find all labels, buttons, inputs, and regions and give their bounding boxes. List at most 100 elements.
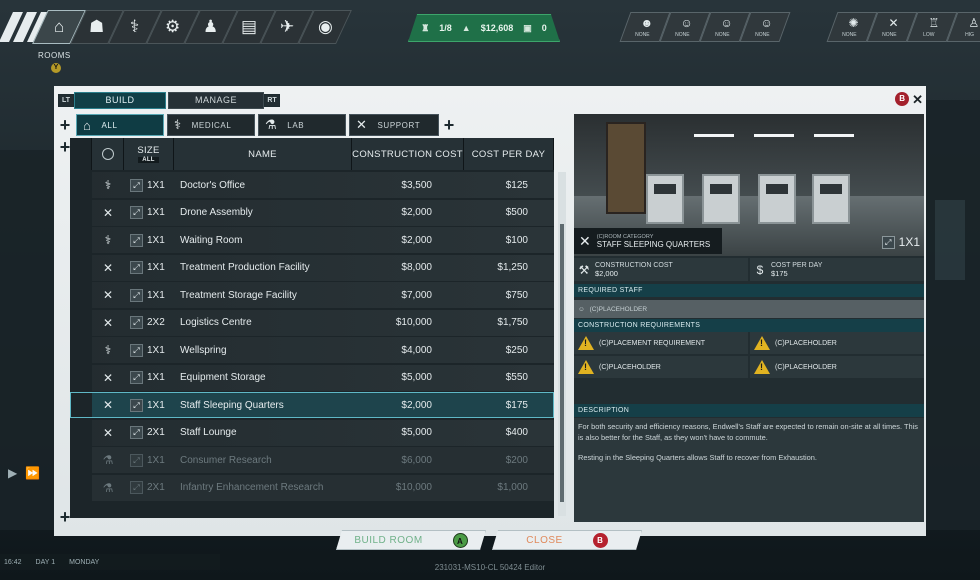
row-name: Doctor's Office — [180, 179, 246, 191]
tools-icon: ✕ — [102, 260, 114, 275]
flask-icon: ⚗ — [102, 480, 114, 495]
row-spacer — [70, 392, 92, 418]
warning-icon — [754, 336, 770, 350]
lt-key-hint: LT — [58, 94, 74, 107]
construction-cost-label: CONSTRUCTION COST — [595, 261, 673, 269]
tab-support[interactable]: ✕ SUPPORT — [349, 114, 439, 136]
table-row[interactable]: ⚕ ⤢ 1X1 Wellspring $4,000 $250 — [70, 337, 554, 363]
close-button[interactable]: CLOSE B — [492, 530, 642, 550]
preview-bed-pod — [702, 174, 740, 224]
wrench-icon: ✕ — [888, 15, 899, 30]
row-construction-cost: $5,000 — [401, 427, 432, 438]
header-size[interactable]: SIZE ALL — [124, 138, 174, 170]
row-spacer — [70, 254, 92, 281]
row-spacer — [70, 309, 92, 336]
close-icon: ✕ — [912, 91, 923, 107]
room-size-badge: ⤢ 1X1 — [881, 235, 920, 249]
build-room-button[interactable]: BUILD ROOM A — [336, 530, 486, 550]
description-paragraph: Resting in the Sleeping Quarters allows … — [578, 453, 817, 462]
requirement-text: (C)PLACEHOLDER — [775, 363, 837, 371]
table-scrollbar[interactable] — [558, 172, 566, 516]
tools-icon: ✕ — [102, 205, 114, 220]
money-value: $12,608 — [480, 23, 514, 33]
row-cost-per-day: $175 — [505, 399, 528, 411]
capacity-value: 1/8 — [439, 23, 452, 33]
row-construction-cost: $6,000 — [401, 454, 432, 466]
row-spacer — [70, 282, 92, 308]
row-cost-per-day: $550 — [505, 372, 528, 383]
virus-icon: ✺ — [848, 15, 859, 30]
tab-medical[interactable]: ⚕ MEDICAL — [167, 114, 255, 136]
table-row[interactable]: ⚗ ⤢ 1X1 Consumer Research $6,000 $200 — [70, 447, 554, 473]
row-construction-cost: $7,000 — [401, 289, 432, 301]
row-size-value: 1X1 — [147, 372, 165, 383]
table-row[interactable]: ✕ ⤢ 1X1 Treatment Production Facility $8,000… — [70, 254, 554, 281]
staff-status-label: NONE — [675, 31, 690, 38]
tools-icon: ✕ — [102, 315, 114, 330]
row-name: Waiting Room — [180, 234, 243, 246]
construction-cost-cell: ⚒ CONSTRUCTION COST $2,000 — [574, 258, 748, 281]
preview-door — [606, 122, 646, 214]
row-size: ⤢ 1X1 — [124, 343, 174, 357]
rooms-label: ROOMS — [38, 51, 71, 60]
row-spacer — [70, 227, 92, 253]
row-name: Wellspring — [180, 344, 227, 356]
table-row[interactable]: ✕ ⤢ 1X1 Drone Assembly $2,000 $500 — [70, 199, 554, 226]
table-row[interactable]: ⚕ ⤢ 1X1 Doctor's Office $3,500 $125 — [70, 172, 554, 198]
staff-status-label: NONE — [635, 31, 650, 38]
size-filter-badge[interactable]: ALL — [138, 157, 159, 163]
construction-requirements-header: CONSTRUCTION REQUIREMENTS — [574, 319, 924, 332]
expand-icon: ⤢ — [130, 261, 143, 274]
play-icon[interactable]: ▶ — [8, 466, 17, 480]
row-size-value: 1X1 — [147, 399, 165, 411]
row-size: ⤢ 2X2 — [124, 316, 174, 329]
table-row[interactable]: ✕ ⤢ 1X1 Equipment Storage $5,000 $550 — [70, 364, 554, 391]
warning-icon — [578, 360, 594, 374]
table-body: ⚕ ⤢ 1X1 Doctor's Office $3,500 $125 ✕ ⤢ 1X1 Drone… — [70, 172, 554, 502]
preview-light — [754, 134, 794, 137]
row-construction-cost: $2,000 — [401, 399, 432, 411]
row-construction-cost: $3,500 — [401, 179, 432, 191]
tab-label: SUPPORT — [377, 120, 421, 130]
row-construction-cost: $2,000 — [401, 207, 432, 218]
tab-all[interactable]: ⌂ ALL — [76, 114, 164, 136]
scrollbar-thumb[interactable] — [560, 224, 564, 502]
tab-build[interactable]: BUILD — [74, 92, 166, 109]
description-text: For both security and efficiency reasons… — [574, 418, 924, 522]
plus-icon: + — [443, 115, 455, 135]
table-row[interactable]: ✕ ⤢ 2X2 Logistics Centre $10,000 $1,750 — [70, 309, 554, 336]
row-cost-per-day: $100 — [505, 234, 528, 246]
row-construction-cost: $5,000 — [401, 372, 432, 383]
caduceus-icon: ⚕ — [104, 233, 112, 247]
room-preview-image: ✕ (C)ROOM CATEGORY STAFF SLEEPING QUARTE… — [574, 114, 924, 256]
plus-icon: + — [59, 115, 71, 135]
drone-icon: ✈ — [279, 17, 295, 36]
tab-manage[interactable]: MANAGE — [168, 92, 264, 109]
required-staff-value: (C)PLACEHOLDER — [589, 305, 648, 313]
table-row[interactable]: ✕ ⤢ 1X1 Treatment Storage Facility $7,000 $75… — [70, 282, 554, 308]
expand-icon: ⤢ — [130, 481, 143, 494]
description-paragraph: For both security and efficiency reasons… — [578, 422, 918, 442]
row-size: ⤢ 2X1 — [124, 426, 174, 439]
header-name[interactable]: NAME — [174, 138, 352, 170]
requirement-text: (C)PLACEHOLDER — [599, 363, 661, 371]
expand-icon: ⤢ — [130, 343, 143, 357]
table-row[interactable]: ⚗ ⤢ 2X1 Infantry Enhancement Research $10,00… — [70, 474, 554, 501]
close-panel-button[interactable]: B ✕ — [895, 92, 923, 106]
row-name: Logistics Centre — [180, 317, 252, 328]
tab-lab[interactable]: ⚗ LAB — [258, 114, 346, 136]
speed-controls: ▶ ⏩ — [8, 466, 40, 480]
table-row[interactable]: ⚕ ⤢ 1X1 Waiting Room $2,000 $100 — [70, 227, 554, 253]
header-cost-per-day[interactable]: COST PER DAY — [464, 138, 554, 170]
row-name: Staff Lounge — [180, 427, 237, 438]
unknown-icon: ♙ — [968, 15, 980, 30]
caduceus-icon: ⚕ — [174, 117, 182, 132]
header-construction-cost[interactable]: CONSTRUCTION COST — [352, 138, 464, 170]
background-building — [925, 100, 980, 530]
table-row[interactable]: ✕ ⤢ 1X1 Staff Sleeping Quarters $2,000 $175 — [70, 392, 554, 418]
header-category[interactable] — [92, 138, 124, 170]
table-row[interactable]: ✕ ⤢ 2X1 Staff Lounge $5,000 $400 — [70, 419, 554, 446]
fast-forward-icon[interactable]: ⏩ — [25, 466, 40, 480]
cost-summary: ⚒ CONSTRUCTION COST $2,000 $ COST PER DAY… — [574, 258, 924, 281]
threat-status-label: NONE — [882, 31, 897, 38]
